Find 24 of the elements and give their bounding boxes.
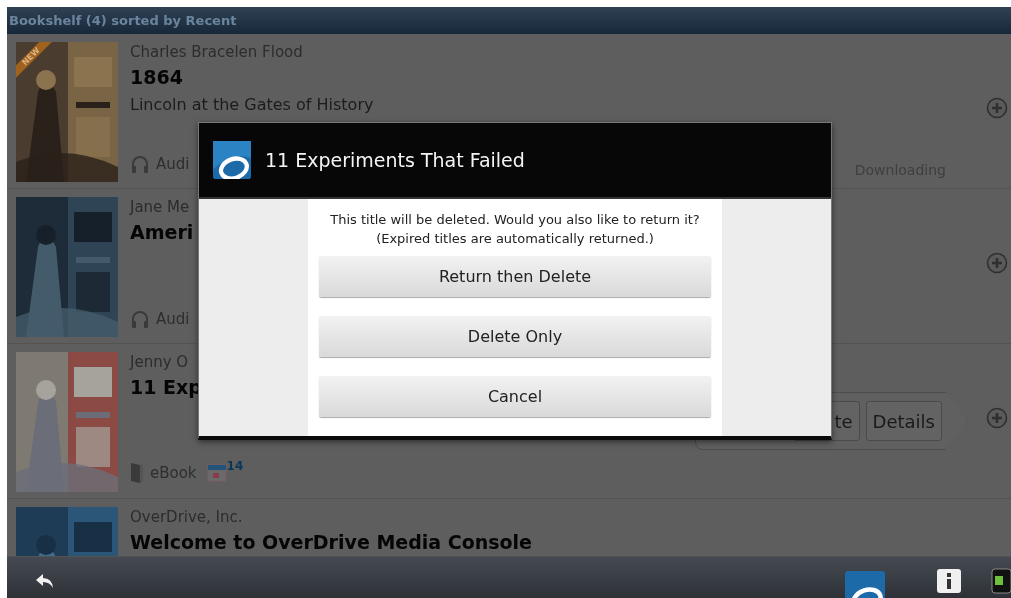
header-title: Bookshelf (4) sorted by Recent — [9, 13, 237, 28]
app-button[interactable] — [845, 571, 885, 598]
book-title: Welcome to OverDrive Media Console — [130, 530, 532, 555]
dialog-title: 11 Experiments That Failed — [265, 149, 525, 171]
book-subtitle: Lincoln at the Gates of History — [130, 94, 374, 116]
dialog-message: This title will be deleted. Would you also like to return it? — [330, 211, 700, 229]
book-icon — [130, 462, 144, 484]
loan-days-count: 14 — [226, 460, 244, 472]
plus-circle-icon — [986, 252, 1008, 274]
info-button[interactable] — [937, 569, 961, 593]
dialog-message: (Expired titles are automatically returned.) — [376, 230, 654, 248]
app-logo-icon — [213, 141, 251, 179]
calendar-icon — [206, 464, 227, 482]
book-title: 1864 — [130, 65, 183, 90]
headphones-icon — [130, 154, 150, 174]
dialog-button[interactable]: Delete Only — [319, 316, 711, 357]
dialog-button[interactable]: Return then Delete — [319, 256, 711, 297]
book-title: Ameri — [130, 220, 194, 245]
plus-circle-icon — [986, 407, 1008, 429]
plus-circle-icon — [986, 97, 1008, 119]
dialog-button[interactable]: Cancel — [319, 376, 711, 417]
back-button[interactable] — [35, 573, 55, 589]
device-button[interactable] — [991, 568, 1011, 594]
headphones-icon — [130, 309, 150, 329]
